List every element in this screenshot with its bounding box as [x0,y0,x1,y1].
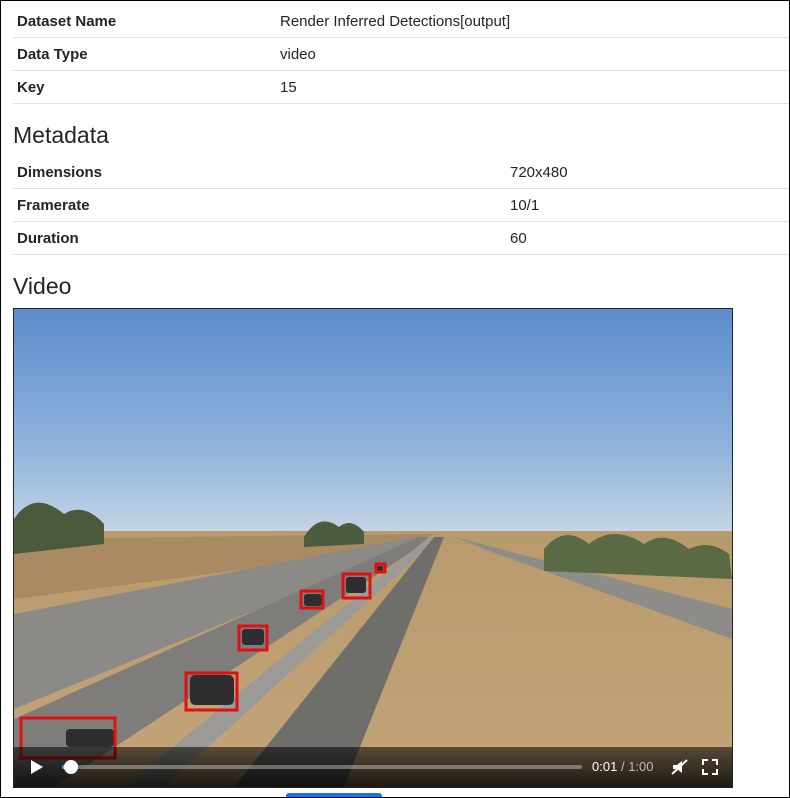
table-row: Framerate 10/1 [13,188,789,222]
dataset-name-label: Dataset Name [13,5,276,38]
table-row: Key 15 [13,70,789,104]
video-frame [14,309,732,787]
data-type-value: video [276,37,789,71]
dataset-info-table: Dataset Name Render Inferred Detections[… [13,5,789,104]
vehicle [190,675,234,705]
vehicle [377,566,383,571]
dimensions-value: 720x480 [506,156,789,189]
time-separator: / [620,759,625,774]
key-value: 15 [276,70,789,104]
table-row: Dataset Name Render Inferred Detections[… [13,5,789,38]
table-row: Dimensions 720x480 [13,156,789,189]
table-row: Duration 60 [13,221,789,255]
key-label: Key [13,70,276,104]
framerate-label: Framerate [13,188,506,222]
time-display: 0:01 / 1:00 [592,759,654,774]
vehicle [242,629,264,645]
volume-muted-icon[interactable] [670,757,690,777]
dataset-name-value: Render Inferred Detections[output] [276,5,789,38]
duration-label: Duration [13,221,506,255]
seek-bar[interactable] [62,760,582,774]
vehicle [304,594,322,606]
metadata-heading: Metadata [13,122,109,148]
seek-handle[interactable] [63,760,78,774]
vehicle [346,577,366,593]
page-frame: Dataset Name Render Inferred Detections[… [0,0,790,798]
metadata-table: Dimensions 720x480 Framerate 10/1 Durati… [13,156,789,255]
play-icon[interactable] [26,757,46,777]
dimensions-label: Dimensions [13,156,506,189]
video-heading: Video [13,273,72,299]
framerate-value: 10/1 [506,188,789,222]
video-controls: 0:01 / 1:00 [14,747,732,787]
current-time: 0:01 [592,759,618,774]
sky [14,309,732,539]
vehicle [66,729,114,747]
duration-value: 60 [506,221,789,255]
fullscreen-icon[interactable] [700,757,720,777]
data-type-label: Data Type [13,37,276,71]
video-player[interactable]: 0:01 / 1:00 [13,308,733,788]
table-row: Data Type video [13,37,789,71]
action-button-edge[interactable] [286,793,382,797]
total-duration: 1:00 [628,759,654,774]
